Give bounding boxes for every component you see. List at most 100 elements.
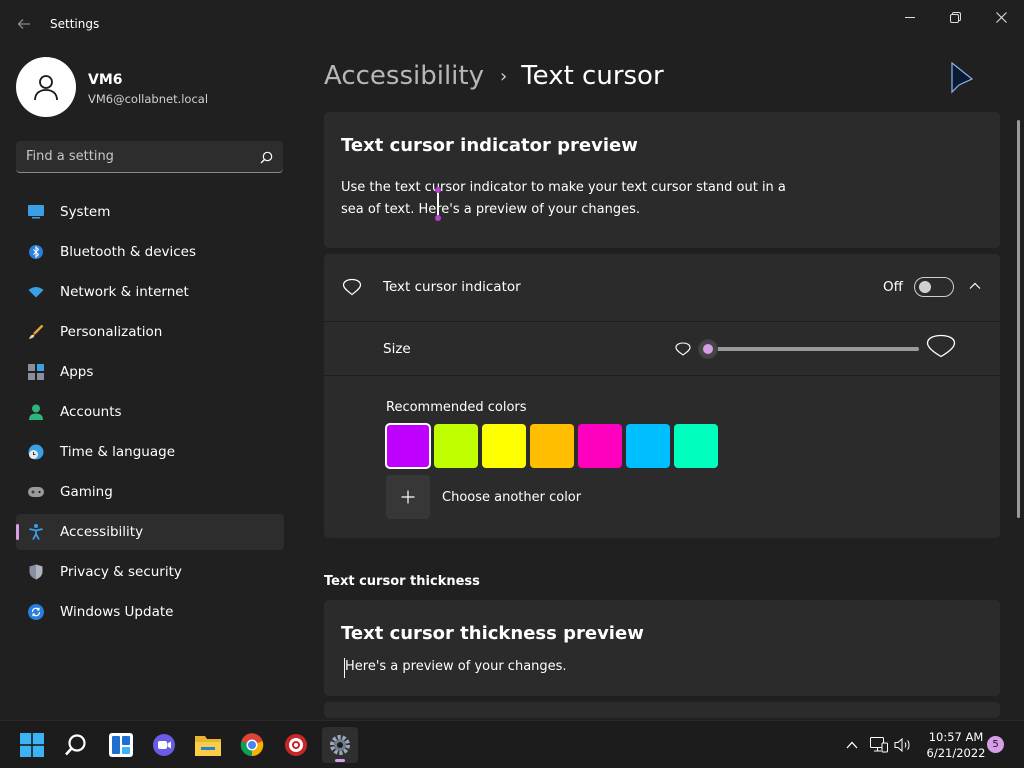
color-swatch[interactable] <box>434 424 478 468</box>
show-hidden-icons-button[interactable] <box>843 736 861 754</box>
color-swatch[interactable] <box>626 424 670 468</box>
recommended-colors-label: Recommended colors <box>386 400 527 415</box>
windows-logo-icon <box>20 733 44 757</box>
file-explorer-icon <box>195 736 221 756</box>
search-box[interactable] <box>16 141 283 173</box>
text-cursor-indicator-caret <box>435 187 441 221</box>
start-button[interactable] <box>14 727 50 763</box>
text-cursor-indicator-icon <box>342 278 362 296</box>
settings-taskbar-button[interactable] <box>322 727 358 763</box>
arrow-left-icon <box>17 19 30 29</box>
toggle-state-label: Off <box>883 279 903 295</box>
scrollbar[interactable] <box>1017 120 1020 518</box>
color-swatch[interactable] <box>482 424 526 468</box>
notification-badge[interactable]: 5 <box>987 736 1004 753</box>
restore-button[interactable] <box>940 6 970 28</box>
sidebar-item-windows-update[interactable]: Windows Update <box>16 594 284 630</box>
network-tray-button[interactable] <box>870 736 888 754</box>
file-explorer-button[interactable] <box>190 727 226 763</box>
color-swatch[interactable] <box>674 424 718 468</box>
search-icon[interactable] <box>256 147 276 167</box>
text-cursor-indicator-label: Text cursor indicator <box>383 279 521 295</box>
toggle-knob <box>919 281 931 293</box>
color-swatch[interactable] <box>385 423 431 469</box>
sidebar-item-bluetooth[interactable]: Bluetooth & devices <box>16 234 284 270</box>
search-icon <box>65 734 86 756</box>
active-app-indicator <box>335 759 345 762</box>
close-button[interactable] <box>986 6 1016 28</box>
avatar <box>16 57 76 117</box>
monitor-icon <box>28 204 44 220</box>
choose-color-label[interactable]: Choose another color <box>442 490 581 505</box>
brush-icon <box>28 324 44 340</box>
colors-row: Recommended colors Choose another color <box>324 375 1000 538</box>
sidebar-item-label: Time & language <box>60 444 176 460</box>
breadcrumb-separator: › <box>500 65 508 87</box>
sidebar-item-privacy-security[interactable]: Privacy & security <box>16 554 284 590</box>
clock-time: 10:57 AM <box>928 730 984 744</box>
size-slider-track[interactable] <box>704 347 919 351</box>
taskbar-search-button[interactable] <box>58 727 94 763</box>
sidebar-item-label: Apps <box>60 364 94 380</box>
apps-icon <box>28 364 44 380</box>
restore-icon <box>949 11 961 23</box>
minimize-button[interactable] <box>895 6 925 28</box>
card-title: Text cursor thickness preview <box>341 623 644 644</box>
sidebar-item-accessibility[interactable]: Accessibility <box>16 514 284 550</box>
sidebar-item-label: Accessibility <box>60 524 144 540</box>
sidebar-item-personalization[interactable]: Personalization <box>16 314 284 350</box>
breadcrumb: Accessibility › Text cursor <box>324 58 664 94</box>
back-button[interactable] <box>12 12 36 36</box>
close-icon <box>995 11 1007 23</box>
sidebar-item-label: Bluetooth & devices <box>60 244 197 260</box>
wifi-icon <box>28 284 44 300</box>
sidebar-item-time-language[interactable]: Time & language <box>16 434 284 470</box>
text-cursor-indicator-row[interactable]: Text cursor indicator Off <box>324 254 1000 320</box>
sidebar-item-label: Network & internet <box>60 284 189 300</box>
update-icon <box>28 604 44 620</box>
breadcrumb-parent[interactable]: Accessibility <box>324 61 484 91</box>
sidebar-item-label: Privacy & security <box>60 564 182 580</box>
user-name: VM6 <box>88 72 123 88</box>
title-bar: Settings <box>0 0 1024 48</box>
small-indicator-icon <box>675 342 691 356</box>
plus-icon <box>401 490 415 504</box>
speaker-icon <box>894 737 910 753</box>
accessibility-icon <box>28 524 44 540</box>
text-cursor-indicator-toggle[interactable] <box>914 277 954 297</box>
settings-gear-icon <box>330 735 350 755</box>
text-cursor-indicator-group: Text cursor indicator Off Size Recommend… <box>324 254 1000 538</box>
preview-text: Here's a preview of your changes. <box>345 659 567 674</box>
user-email: VM6@collabnet.local <box>88 92 209 106</box>
choose-color-button[interactable] <box>386 475 430 519</box>
app-title: Settings <box>50 17 100 31</box>
preview-text: Use the text cursor indicator to make yo… <box>341 180 786 217</box>
thickness-section-heading: Text cursor thickness <box>324 574 480 589</box>
app-button[interactable] <box>278 727 314 763</box>
app-icon <box>285 734 307 756</box>
chevron-up-icon <box>969 282 981 289</box>
sidebar-item-gaming[interactable]: Gaming <box>16 474 284 510</box>
teams-chat-button[interactable] <box>146 727 182 763</box>
sidebar-item-network[interactable]: Network & internet <box>16 274 284 310</box>
collapse-button[interactable] <box>967 278 983 294</box>
page-title: Text cursor <box>521 61 664 91</box>
sidebar-item-apps[interactable]: Apps <box>16 354 284 390</box>
color-swatches <box>385 423 722 469</box>
color-swatch[interactable] <box>530 424 574 468</box>
volume-tray-button[interactable] <box>894 736 912 754</box>
search-input[interactable] <box>16 141 252 172</box>
thickness-preview-card: Text cursor thickness preview Here's a p… <box>324 600 1000 696</box>
clock-date: 6/21/2022 <box>926 746 986 760</box>
card-title: Text cursor indicator preview <box>341 135 638 156</box>
shield-icon <box>28 564 44 580</box>
size-slider-thumb[interactable] <box>698 339 718 359</box>
sidebar-item-system[interactable]: System <box>16 194 284 230</box>
chrome-button[interactable] <box>234 727 270 763</box>
sidebar-item-accounts[interactable]: Accounts <box>16 394 284 430</box>
chrome-icon <box>240 733 264 757</box>
widgets-button[interactable] <box>103 727 139 763</box>
taskbar-clock[interactable]: 10:57 AM 6/21/2022 <box>918 729 994 761</box>
color-swatch[interactable] <box>578 424 622 468</box>
sidebar-item-label: System <box>60 204 111 220</box>
